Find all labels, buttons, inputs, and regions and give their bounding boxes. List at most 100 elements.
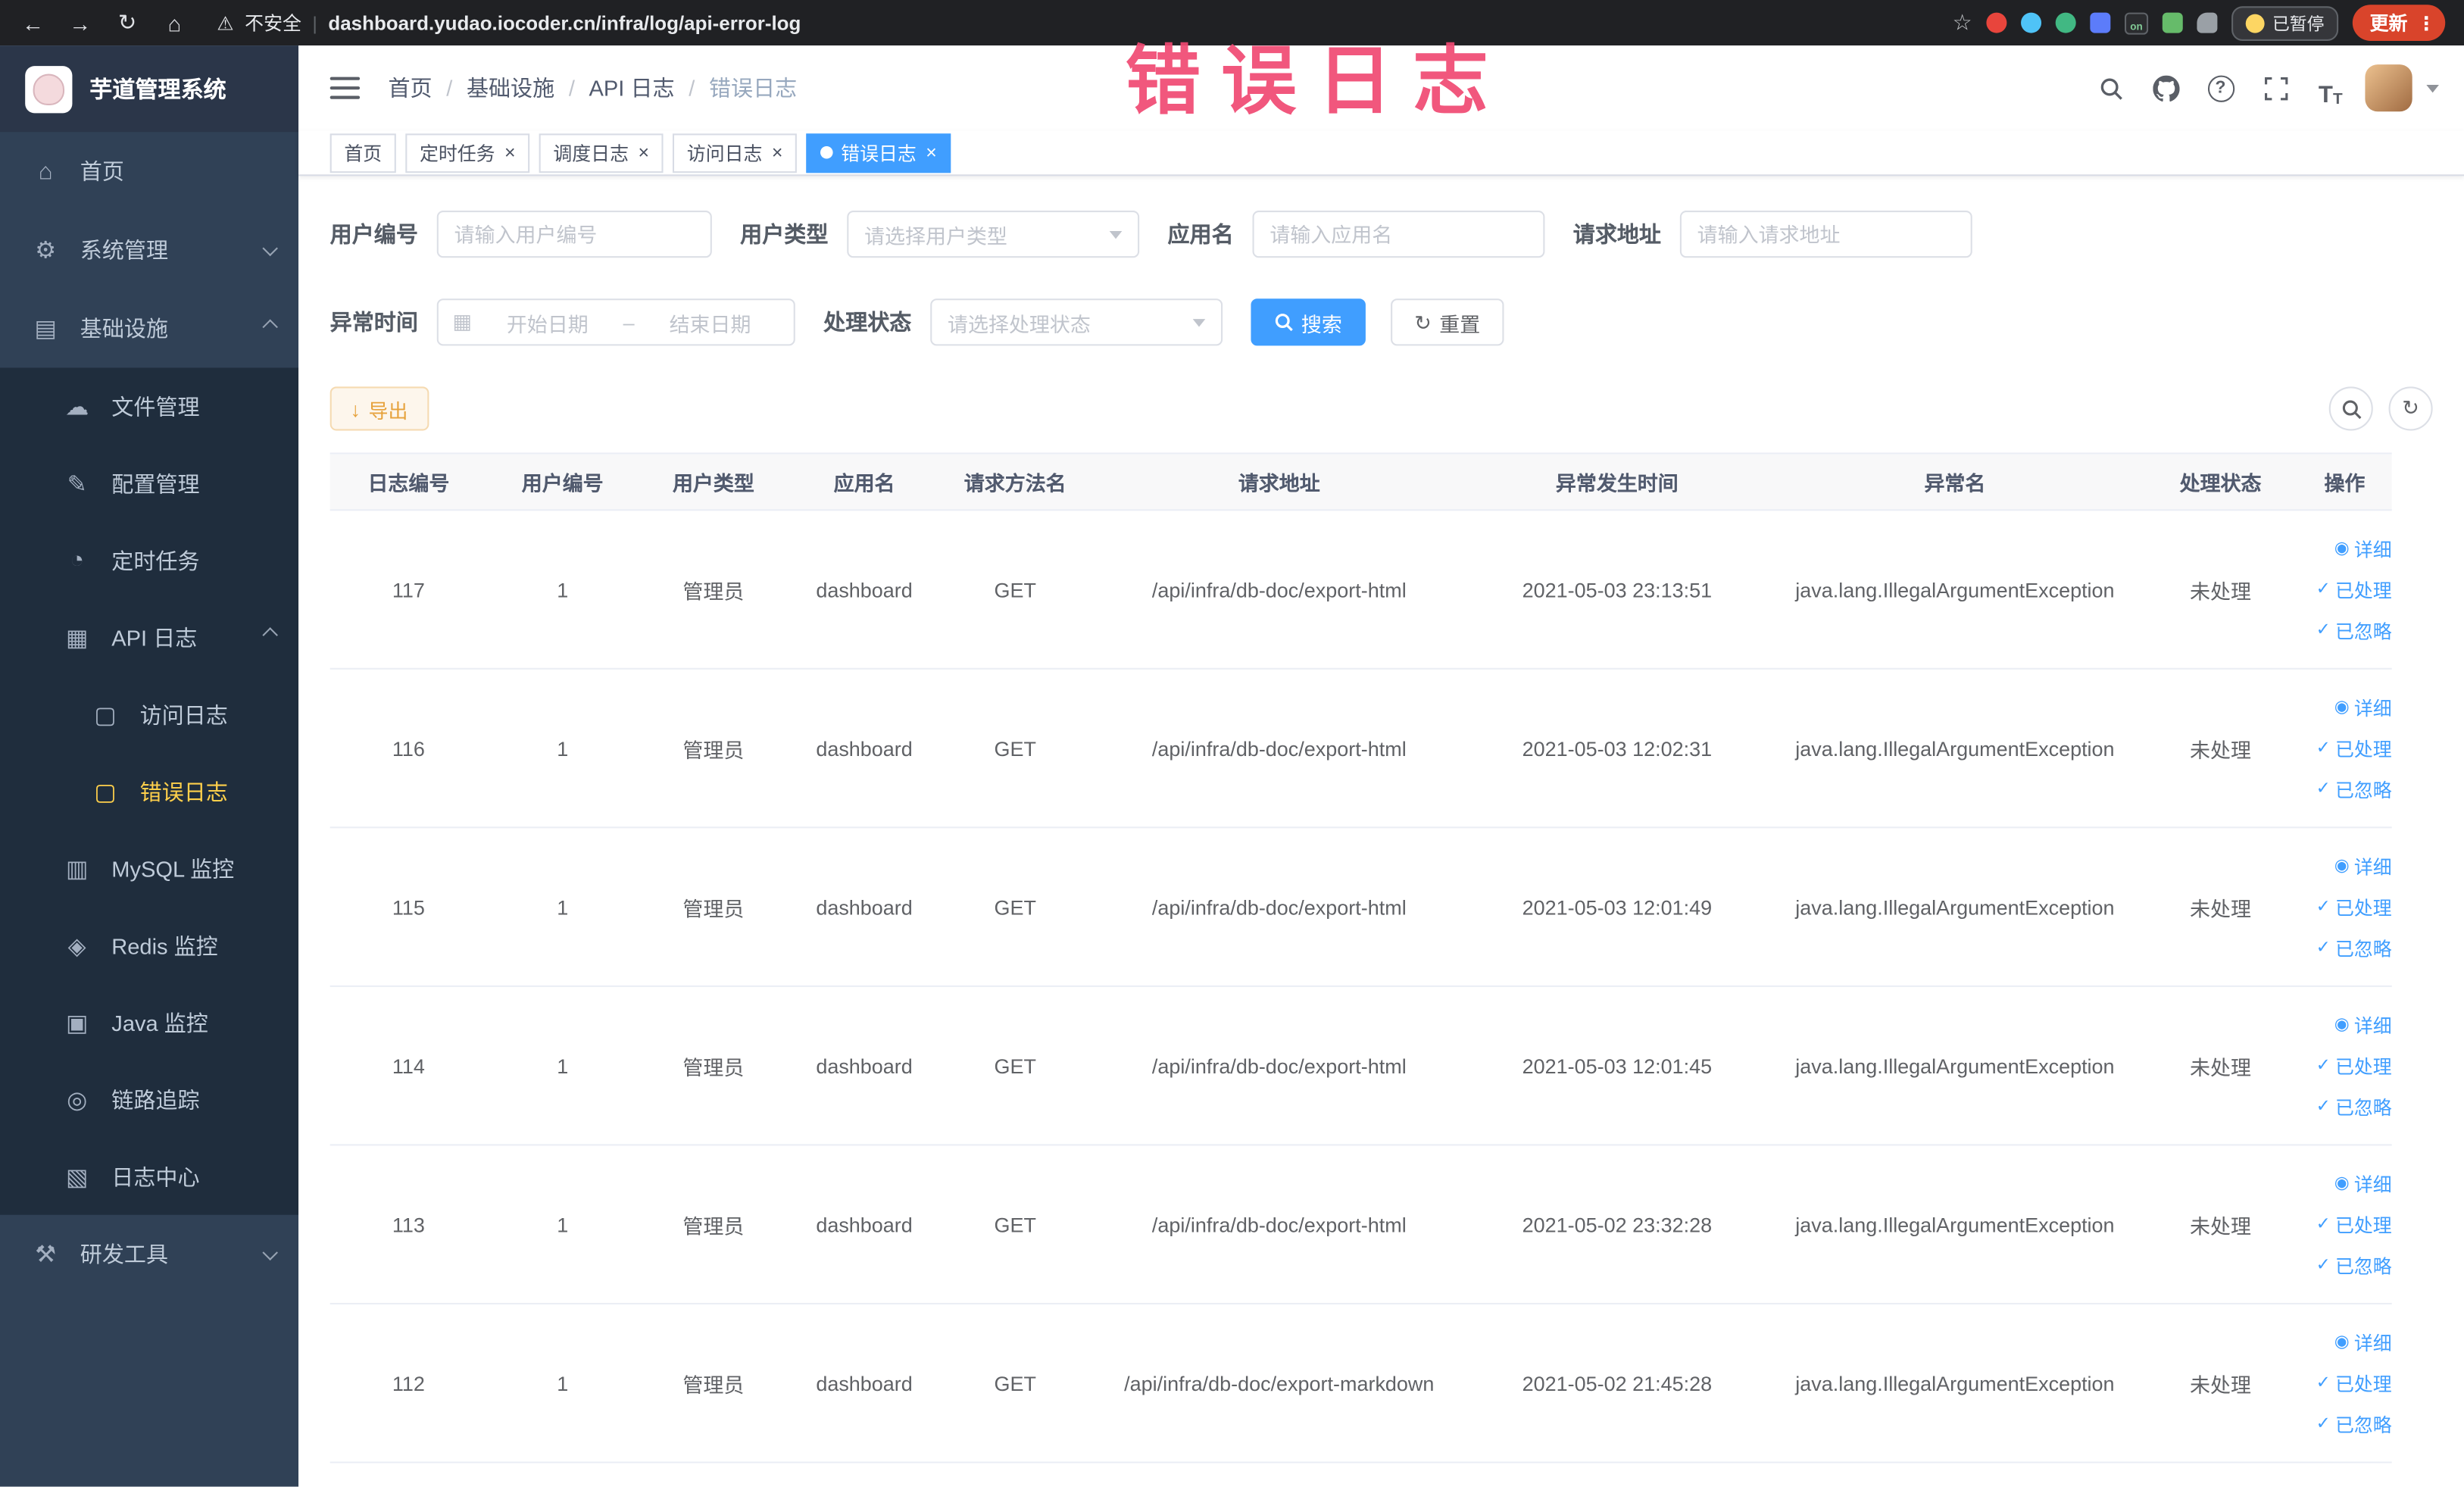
fullscreen-icon[interactable] <box>2255 67 2296 108</box>
process-status-select[interactable]: 请选择处理状态 <box>930 298 1223 346</box>
extension-puzzle-blue-icon[interactable] <box>2090 12 2111 33</box>
toggle-search-button[interactable] <box>2328 386 2373 431</box>
mark-ignored-link[interactable]: ✓ 已忽略 <box>2316 1410 2392 1437</box>
sidebar-item-error-log[interactable]: ▢ 错误日志 <box>0 753 298 830</box>
mark-ignored-link[interactable]: ✓ 已忽略 <box>2316 1251 2392 1278</box>
column-header[interactable]: 用户类型 <box>638 467 789 496</box>
close-icon[interactable]: × <box>926 143 937 162</box>
app-name-input[interactable] <box>1252 211 1545 258</box>
request-url-input[interactable] <box>1679 211 1972 258</box>
tab-home[interactable]: 首页 <box>329 133 396 173</box>
mark-ignored-link[interactable]: ✓ 已忽略 <box>2316 1093 2392 1120</box>
mark-processed-link[interactable]: ✓ 已处理 <box>2316 735 2392 761</box>
sidebar-item-trace[interactable]: ◎ 链路追踪 <box>0 1061 298 1138</box>
mark-ignored-link[interactable]: ✓ 已忽略 <box>2316 776 2392 802</box>
refresh-icon: ↻ <box>1414 310 1432 334</box>
not-secure-label: 不安全 <box>245 12 301 35</box>
mark-processed-link[interactable]: ✓ 已处理 <box>2316 1370 2392 1396</box>
close-icon[interactable]: × <box>638 143 649 162</box>
active-dot-icon <box>820 145 833 159</box>
search-icon[interactable] <box>2090 67 2131 108</box>
paused-badge[interactable]: 已暂停 <box>2231 5 2339 40</box>
reset-button[interactable]: ↻ 重置 <box>1391 298 1504 346</box>
bookmark-star-icon[interactable]: ☆ <box>1953 9 1972 36</box>
check-icon: ✓ <box>2316 738 2331 757</box>
table-row: 112 1 管理员 dashboard GET /api/infra/db-do… <box>329 1304 2392 1464</box>
help-icon[interactable]: ? <box>2200 67 2241 108</box>
filter-row-1: 用户编号 用户类型 请选择用户类型 应用名 <box>330 211 2433 258</box>
app-logo[interactable]: 芋道管理系统 <box>0 45 299 133</box>
sidebar-item-api-log[interactable]: ▦ API 日志 <box>0 598 298 676</box>
mark-ignored-link[interactable]: ✓ 已忽略 <box>2316 934 2392 961</box>
browser-menu-kebab-icon[interactable]: ⋮ <box>2417 14 2436 33</box>
avatar[interactable] <box>2365 64 2412 112</box>
sidebar-item-dev-tools[interactable]: ⚒ 研发工具 <box>0 1215 298 1294</box>
detail-link[interactable]: ◉ 详细 <box>2334 1170 2392 1197</box>
sidebar-item-access-log[interactable]: ▢ 访问日志 <box>0 676 298 753</box>
extension-vue-devtools-icon[interactable] <box>2055 12 2076 33</box>
extension-blue-drop-icon[interactable] <box>2021 12 2042 33</box>
sidebar-item-java-monitor[interactable]: ▣ Java 监控 <box>0 984 298 1061</box>
extension-red-icon[interactable] <box>1986 12 2007 33</box>
exception-time-range-picker[interactable]: ▦ 开始日期 – 结束日期 <box>436 298 795 346</box>
column-header[interactable]: 请求地址 <box>1091 467 1468 496</box>
column-header[interactable]: 异常名 <box>1766 467 2144 496</box>
detail-link[interactable]: ◉ 详细 <box>2334 535 2392 561</box>
calendar-icon: ▦ <box>452 309 473 333</box>
sidebar-item-redis-monitor[interactable]: ◈ Redis 监控 <box>0 907 298 984</box>
mark-ignored-link[interactable]: ✓ 已忽略 <box>2316 617 2392 643</box>
github-icon[interactable] <box>2145 67 2186 108</box>
user-id-input[interactable] <box>436 211 712 258</box>
search-button[interactable]: 搜索 <box>1251 298 1366 346</box>
user-type-select[interactable]: 请选择用户类型 <box>847 211 1140 258</box>
close-icon[interactable]: × <box>772 143 783 162</box>
column-header[interactable]: 处理状态 <box>2144 467 2297 496</box>
sidebar-item-config-management[interactable]: ✎ 配置管理 <box>0 445 298 522</box>
sidebar-collapse-icon[interactable] <box>329 77 361 99</box>
check-icon: ✓ <box>2316 937 2331 957</box>
sidebar-item-log-center[interactable]: ▧ 日志中心 <box>0 1138 298 1215</box>
sidebar-item-system[interactable]: ⚙ 系统管理 <box>0 211 298 289</box>
browser-home-icon[interactable]: ⌂ <box>154 4 195 42</box>
tab-scheduled-jobs[interactable]: 定时任务 × <box>405 133 530 173</box>
sidebar-item-scheduled-jobs[interactable]: ◔ 定时任务 <box>0 522 298 599</box>
tab-error-log[interactable]: 错误日志 × <box>806 133 951 173</box>
detail-link[interactable]: ◉ 详细 <box>2334 853 2392 879</box>
column-header[interactable]: 操作 <box>2297 467 2391 496</box>
tab-access-log[interactable]: 访问日志 × <box>673 133 798 173</box>
breadcrumb-item-infrastructure[interactable]: 基础设施 <box>467 72 554 103</box>
column-header[interactable]: 请求方法名 <box>940 467 1091 496</box>
mark-processed-link[interactable]: ✓ 已处理 <box>2316 1052 2392 1079</box>
sidebar-item-mysql-monitor[interactable]: ▥ MySQL 监控 <box>0 829 298 907</box>
sidebar-item-file-management[interactable]: ☁ 文件管理 <box>0 367 298 445</box>
font-size-icon[interactable]: TT <box>2310 67 2351 108</box>
detail-link[interactable]: ◉ 详细 <box>2334 1011 2392 1038</box>
export-button[interactable]: ↓ 导出 <box>329 386 429 431</box>
column-header[interactable]: 日志编号 <box>330 467 487 496</box>
mark-processed-link[interactable]: ✓ 已处理 <box>2316 1211 2392 1238</box>
extensions-puzzle-icon[interactable] <box>2197 12 2218 33</box>
pencil-icon: ✎ <box>67 470 87 498</box>
breadcrumb-item-home[interactable]: 首页 <box>388 72 432 103</box>
browser-update-button[interactable]: 更新 ⋮ <box>2352 5 2446 41</box>
column-header[interactable]: 异常发生时间 <box>1468 467 1766 496</box>
address-bar[interactable]: ⚠ 不安全 | dashboard.yudao.iocoder.cn/infra… <box>201 9 1947 36</box>
mark-processed-link[interactable]: ✓ 已处理 <box>2316 893 2392 920</box>
column-header[interactable]: 用户编号 <box>487 467 638 496</box>
column-header[interactable]: 应用名 <box>789 467 939 496</box>
extension-green-icon[interactable] <box>2162 12 2183 33</box>
sidebar-item-home[interactable]: ⌂ 首页 <box>0 132 298 211</box>
tab-dispatch-log[interactable]: 调度日志 × <box>539 133 664 173</box>
detail-link[interactable]: ◉ 详细 <box>2334 694 2392 720</box>
browser-reload-icon[interactable]: ↻ <box>107 4 148 42</box>
close-icon[interactable]: × <box>504 143 516 162</box>
detail-link[interactable]: ◉ 详细 <box>2334 1329 2392 1355</box>
mark-processed-link[interactable]: ✓ 已处理 <box>2316 576 2392 602</box>
sidebar-item-infrastructure[interactable]: ▤ 基础设施 <box>0 289 298 368</box>
extension-on-badge-icon[interactable]: on <box>2124 11 2149 34</box>
avatar-dropdown-caret-icon[interactable] <box>2426 85 2439 99</box>
browser-back-icon[interactable]: ← <box>13 4 54 42</box>
browser-forward-icon[interactable]: → <box>60 4 101 42</box>
refresh-button[interactable]: ↻ <box>2388 386 2433 431</box>
breadcrumb-item-api-log[interactable]: API 日志 <box>589 72 675 103</box>
